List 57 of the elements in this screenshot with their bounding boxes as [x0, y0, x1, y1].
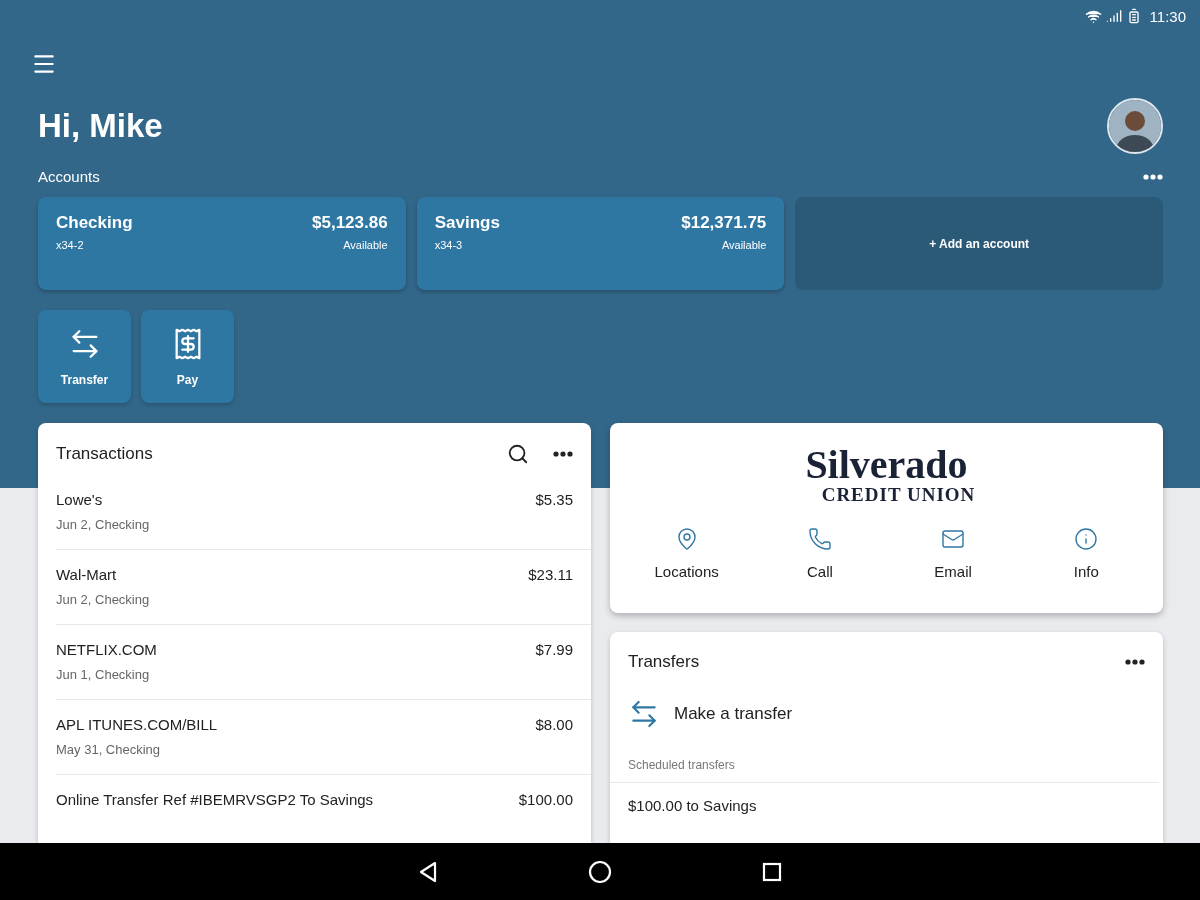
home-button[interactable] — [588, 859, 612, 884]
account-number: x34-3 — [434, 239, 463, 251]
search-button[interactable] — [507, 443, 529, 465]
account-balance: $12,371.75 — [681, 213, 767, 233]
contact-button[interactable]: Call — [753, 526, 887, 581]
accounts-label: Accounts — [38, 168, 100, 185]
balance-label: Available — [343, 239, 388, 251]
search-icon — [507, 443, 529, 465]
transaction-amount: $8.00 — [535, 716, 573, 735]
account-name: Checking — [56, 213, 133, 233]
transaction-detail: Jun 2, Checking — [56, 592, 150, 607]
account-name: Savings — [434, 213, 500, 233]
profile-avatar[interactable] — [1107, 98, 1163, 154]
make-transfer-button[interactable]: Make a transfer — [610, 682, 811, 746]
phone-icon — [807, 527, 832, 551]
contact-button[interactable]: Info — [1019, 526, 1153, 581]
more-button[interactable] — [1125, 659, 1145, 665]
transaction-detail: Jun 2, Checking — [56, 517, 150, 532]
action-button[interactable]: Transfer — [38, 310, 131, 403]
account-number: x34-2 — [56, 239, 84, 251]
clock-time: 11:30 — [1149, 7, 1186, 25]
section-label: Scheduled transfers — [610, 746, 1159, 783]
contact-button[interactable]: Locations — [620, 526, 754, 581]
transaction-name: Wal-Mart — [56, 566, 117, 583]
account-balance: $5,123.86 — [312, 213, 388, 233]
action-button[interactable]: Pay — [141, 310, 234, 403]
transaction-name: NETFLIX.COM — [56, 641, 157, 658]
transaction-name: Lowe's — [56, 491, 103, 508]
account-card[interactable]: Checking x34-2 $5,123.86 Available — [38, 197, 406, 290]
contact-button[interactable]: Email — [886, 526, 1020, 581]
transaction-amount: $5.35 — [535, 491, 573, 510]
transaction-detail: May 31, Checking — [56, 742, 161, 757]
account-card[interactable]: Savings x34-3 $12,371.75 Available — [416, 197, 785, 290]
ellipsis-icon — [1143, 173, 1163, 180]
ellipsis-icon — [1125, 659, 1145, 665]
signal-icon — [1105, 8, 1122, 24]
add-account-button[interactable]: + Add an account — [795, 197, 1163, 290]
balance-label: Available — [721, 239, 767, 251]
logo-name: Silverado — [805, 445, 968, 485]
card-title: Transactions — [56, 444, 154, 464]
more-button[interactable] — [1143, 173, 1163, 180]
more-button[interactable] — [553, 451, 573, 457]
transaction-amount: $7.99 — [535, 641, 573, 660]
logo-subtitle: CREDIT UNION — [821, 485, 976, 504]
recents-button[interactable] — [762, 861, 782, 882]
transaction-name: APL ITUNES.COM/BILL — [56, 716, 218, 733]
transaction-amount: $23.11 — [528, 566, 573, 585]
back-button[interactable] — [418, 860, 438, 883]
greeting: Hi, Mike — [38, 107, 163, 145]
info-icon — [1074, 527, 1099, 551]
ellipsis-icon — [553, 451, 573, 457]
card-title: Transfers — [628, 652, 701, 672]
transaction-amount: $100.00 — [518, 791, 573, 810]
transaction-detail: Jun 1, Checking — [56, 667, 150, 682]
transaction-name: Online Transfer Ref #IBEMRVSGP2 To Savings — [56, 791, 374, 808]
mail-icon — [941, 527, 966, 551]
scheduled-transfer: $100.00 to Savings — [627, 796, 758, 814]
